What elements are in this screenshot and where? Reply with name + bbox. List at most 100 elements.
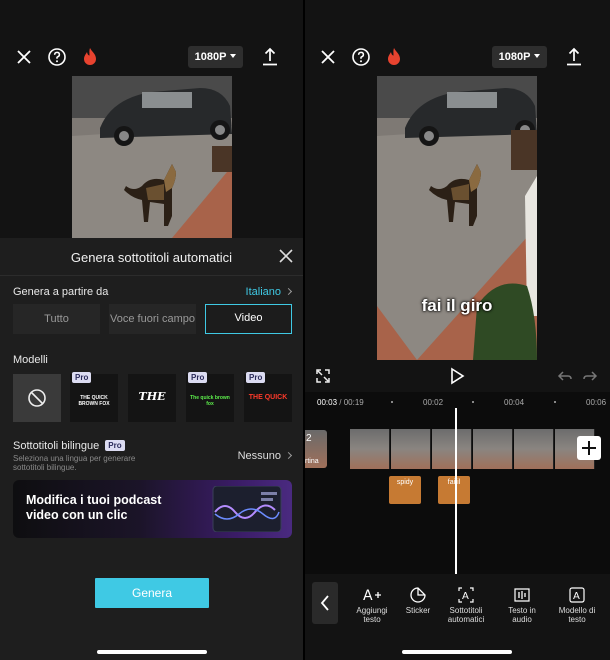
model-quick-brown-fox[interactable]: Pro THE QUICK BROWN FOX: [70, 372, 118, 422]
language-selector[interactable]: Italiano: [245, 286, 293, 298]
ruler-dot: [554, 401, 556, 403]
model-green-fox[interactable]: Pro The quick brown fox: [186, 372, 234, 422]
cover-clip[interactable]: 2 rtina: [305, 430, 327, 468]
sticker-icon: [410, 587, 426, 603]
time-display: 00:03 / 00:19: [317, 398, 364, 407]
text-toolbar: A Aggiungi testo Sticker A Sottotitoli a…: [305, 574, 610, 660]
text-template-icon: A: [569, 587, 585, 603]
pro-badge: Pro: [246, 372, 266, 383]
tool-text-template[interactable]: A Modello di testo: [553, 586, 601, 624]
caption-overlay[interactable]: fai il giro: [377, 296, 537, 316]
video-thumbnail: [350, 429, 390, 469]
sheet-title: Genera sottotitoli automatici: [70, 250, 233, 265]
waveform-illustration: [212, 486, 282, 532]
time-separator: /: [339, 398, 342, 407]
bilingual-selector[interactable]: Nessuno: [237, 450, 293, 462]
play-icon[interactable]: [449, 367, 465, 385]
ruler-dot: [472, 401, 474, 403]
video-preview[interactable]: fai il giro: [377, 76, 537, 360]
video-preview[interactable]: [72, 76, 232, 238]
bilingual-description: Seleziona una lingua per generare sottot…: [13, 454, 136, 472]
podcast-banner[interactable]: Modifica i tuoi podcast video con un cli…: [13, 480, 292, 538]
close-icon[interactable]: [13, 46, 35, 68]
bilingual-title: Sottotitoli bilingue: [13, 440, 100, 452]
generate-button[interactable]: Genera: [95, 578, 209, 608]
text-clip-fai-il[interactable]: fai il: [438, 476, 470, 504]
tool-text-to-audio[interactable]: Testo in audio: [498, 586, 546, 624]
flame-icon[interactable]: [79, 46, 101, 68]
resolution-label: 1080P: [498, 51, 531, 63]
time-total: 00:19: [343, 398, 364, 407]
tool-add-text[interactable]: A Aggiungi testo: [348, 586, 396, 624]
caret-down-icon: [534, 54, 541, 58]
no-style-icon: [28, 389, 46, 407]
add-text-icon: A: [363, 588, 381, 604]
ruler-tick: 00:06: [586, 398, 607, 407]
export-icon[interactable]: [259, 46, 281, 68]
video-thumbnail: [473, 429, 513, 469]
right-screen: 1080P fai il giro 00:03 / 00:19 00:02 00…: [305, 0, 610, 660]
svg-text:A: A: [462, 591, 469, 602]
ruler-dot: [391, 401, 393, 403]
pro-badge: Pro: [105, 440, 125, 451]
chevron-right-icon: [284, 451, 293, 460]
ruler-tick: 00:02: [423, 398, 444, 407]
video-frame: [72, 76, 232, 238]
cover-number: 2: [306, 433, 312, 444]
segment-tutto[interactable]: Tutto: [13, 304, 100, 334]
tool-label: Modello di testo: [558, 606, 596, 624]
model-preview-text: THE QUICK BROWN FOX: [78, 395, 110, 407]
fullscreen-icon[interactable]: [315, 368, 331, 384]
chevron-left-icon: [320, 595, 329, 611]
generate-from-label: Genera a partire da: [13, 286, 109, 298]
tool-label: Testo in audio: [508, 606, 536, 624]
video-thumbnail: [391, 429, 431, 469]
text-to-audio-icon: [514, 588, 530, 602]
model-the[interactable]: THE: [128, 374, 176, 422]
model-preview-text: THE QUICK: [248, 394, 288, 401]
help-icon[interactable]: [46, 46, 68, 68]
tool-label: Sticker: [405, 606, 431, 615]
language-value: Italiano: [245, 286, 281, 298]
export-icon[interactable]: [563, 46, 585, 68]
plus-icon: [582, 441, 596, 455]
resolution-selector[interactable]: 1080P: [188, 46, 243, 68]
svg-text:A: A: [573, 591, 580, 602]
banner-text: Modifica i tuoi podcast video con un cli…: [26, 493, 162, 522]
left-screen: 1080P Genera sottotitoli automatici Gene…: [0, 0, 303, 660]
top-bar: 1080P: [305, 44, 610, 70]
bilingual-label: Sottotitoli bilingue Pro: [13, 440, 125, 452]
video-track[interactable]: [350, 429, 610, 469]
home-indicator: [402, 650, 512, 654]
text-clip-spidy[interactable]: spidy: [389, 476, 421, 504]
svg-text:A: A: [363, 588, 373, 604]
tool-sticker[interactable]: Sticker: [394, 586, 442, 615]
chevron-right-icon: [284, 287, 293, 296]
back-button[interactable]: [312, 582, 338, 624]
undo-icon[interactable]: [557, 368, 573, 384]
video-thumbnail: [514, 429, 554, 469]
segment-video[interactable]: Video: [205, 304, 292, 334]
video-thumbnail: [432, 429, 472, 469]
model-preview-text: The quick brown fox: [190, 395, 230, 407]
help-icon[interactable]: [350, 46, 372, 68]
segment-voce-fuori-campo[interactable]: Voce fuori campo: [109, 304, 196, 334]
flame-icon[interactable]: [383, 46, 405, 68]
timeline[interactable]: 00:03 / 00:19 00:02 00:04 00:06 2 rtina …: [305, 392, 610, 574]
model-the-quick-red[interactable]: Pro THE QUICK: [244, 372, 292, 422]
ruler-tick: 00:04: [504, 398, 525, 407]
close-icon[interactable]: [278, 248, 294, 264]
close-icon[interactable]: [317, 46, 339, 68]
resolution-selector[interactable]: 1080P: [492, 46, 547, 68]
models-label: Modelli: [13, 354, 48, 366]
bilingual-value: Nessuno: [237, 450, 281, 462]
time-current: 00:03: [317, 398, 338, 407]
model-none[interactable]: [13, 374, 61, 422]
caret-down-icon: [230, 54, 237, 58]
playhead[interactable]: [455, 408, 457, 580]
tool-label: Aggiungi testo: [356, 606, 388, 624]
add-clip-button[interactable]: [577, 436, 601, 460]
tool-label: Sottotitoli automatici: [447, 606, 485, 624]
redo-icon[interactable]: [582, 368, 598, 384]
tool-auto-captions[interactable]: A Sottotitoli automatici: [442, 586, 490, 624]
